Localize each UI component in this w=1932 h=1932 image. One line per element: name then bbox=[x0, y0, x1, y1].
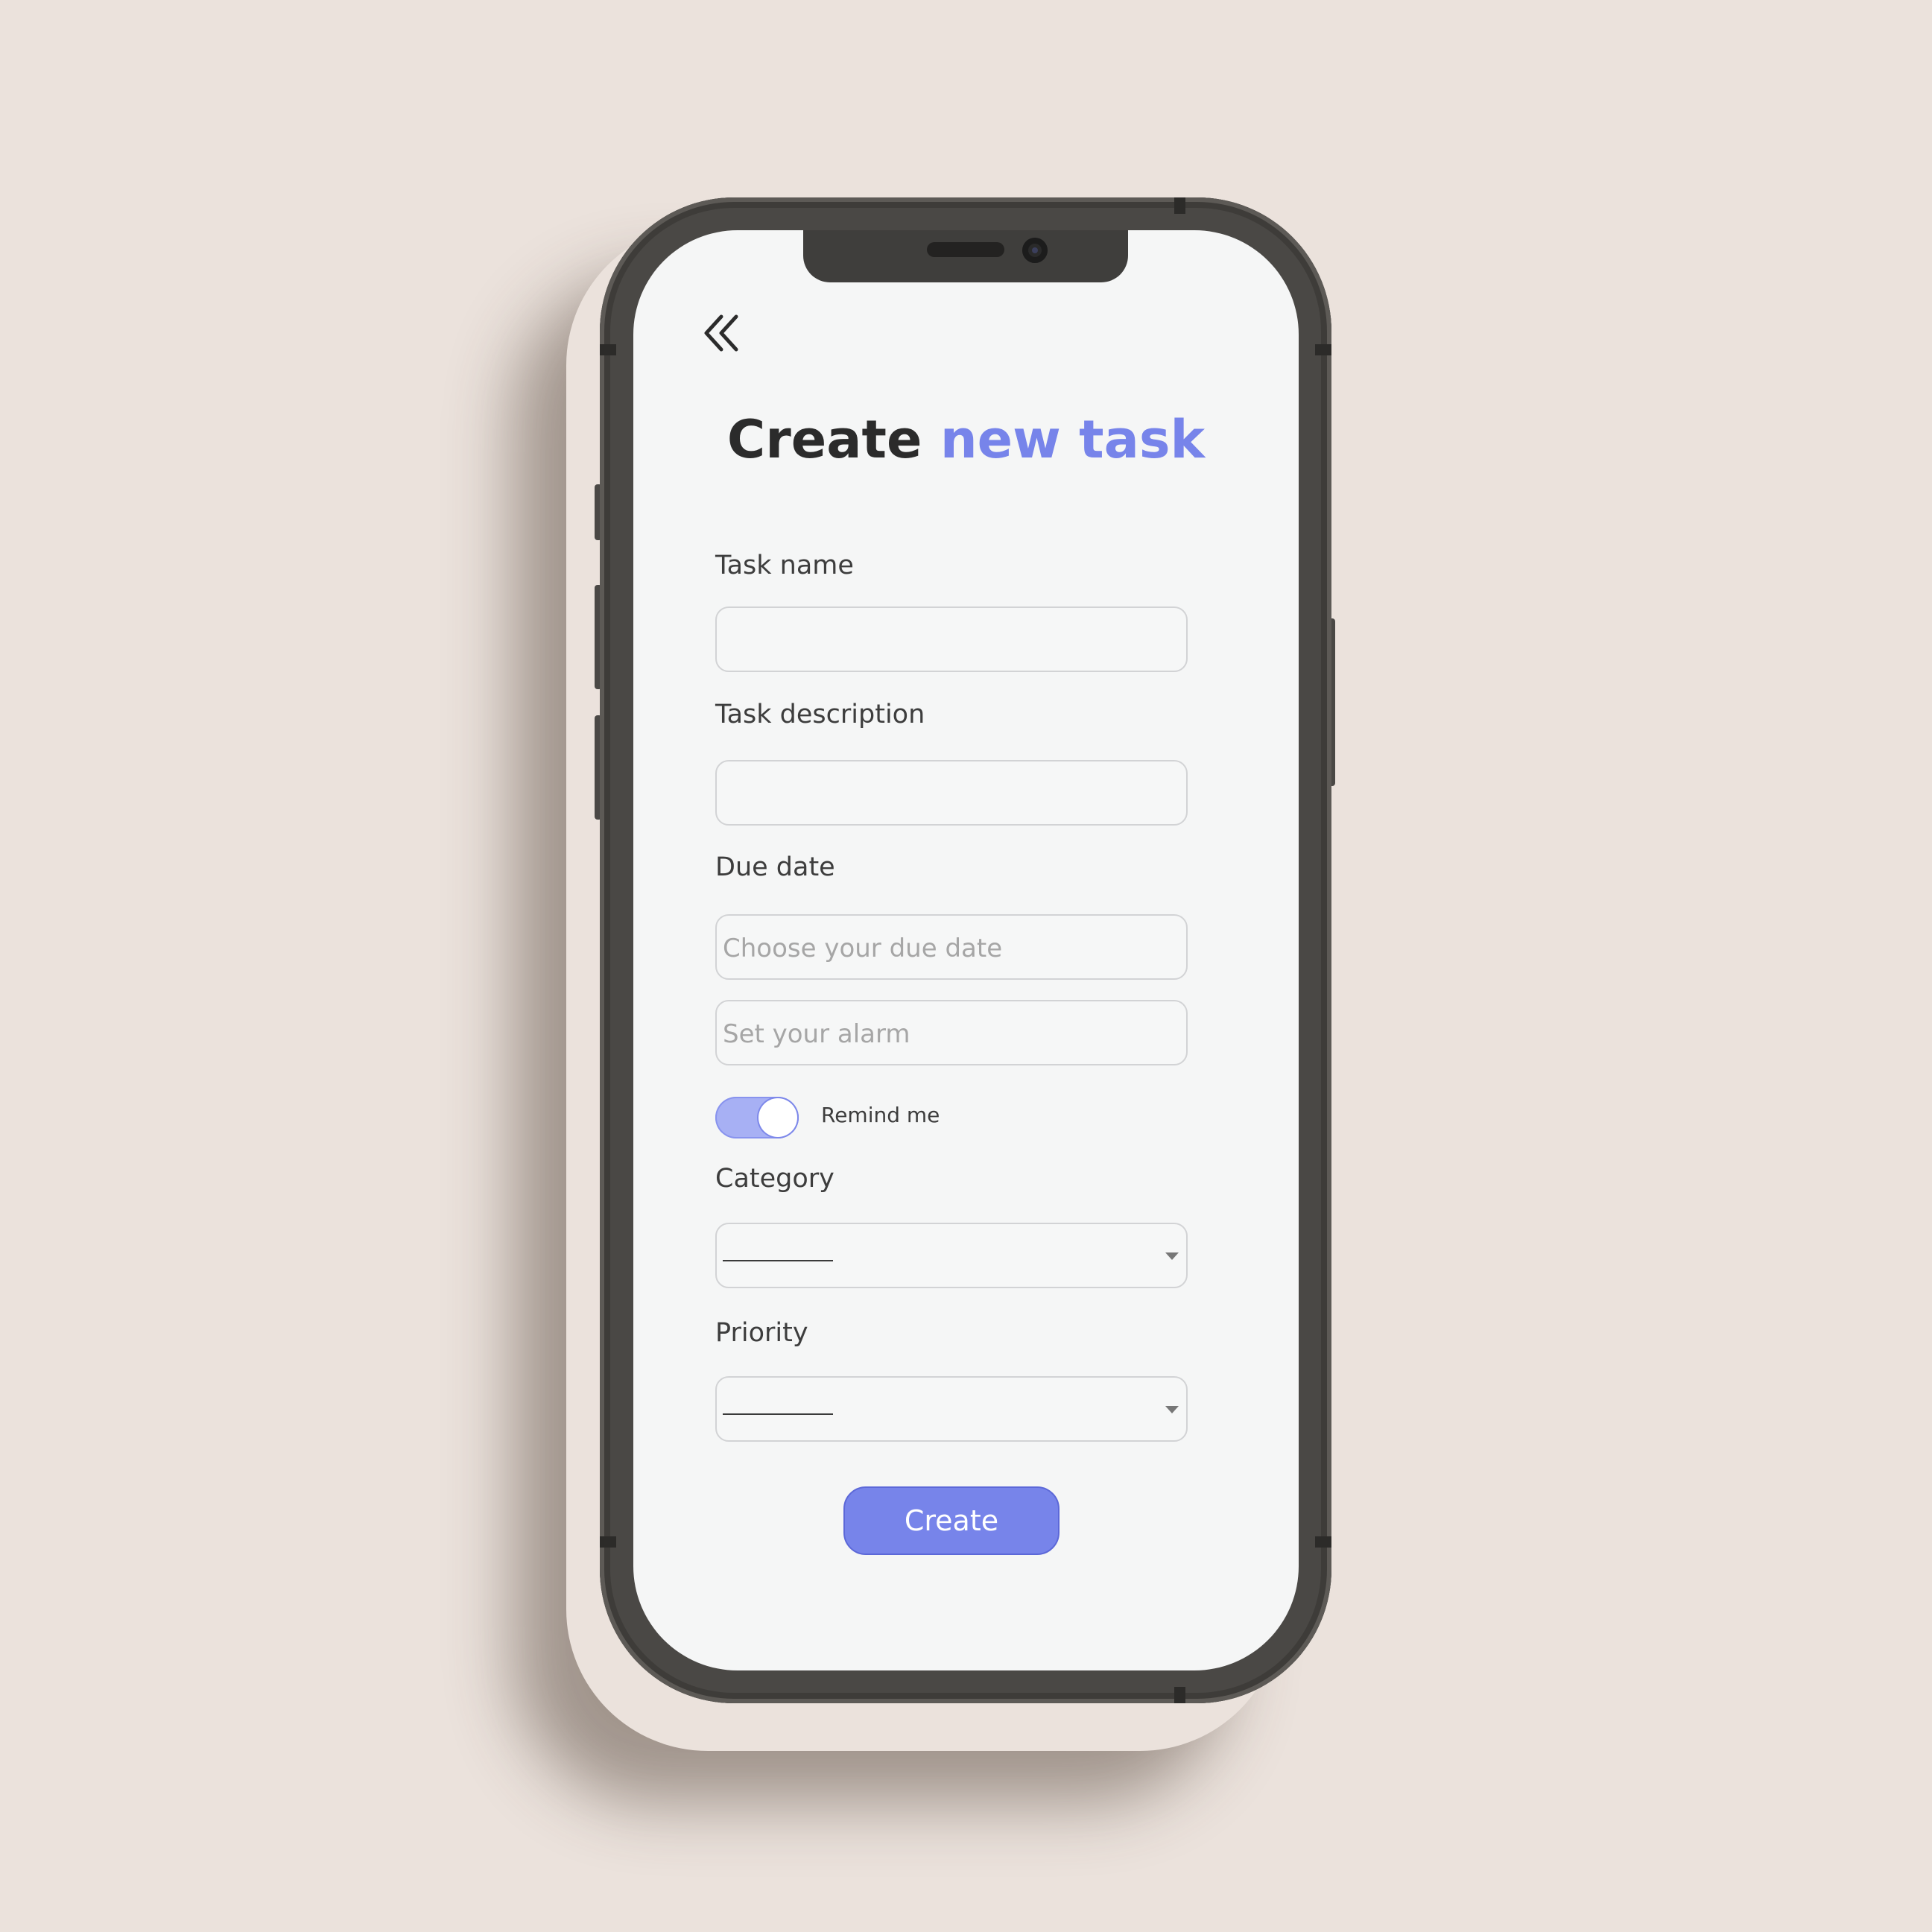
chevron-down-icon bbox=[1165, 1252, 1179, 1260]
create-button[interactable]: Create bbox=[843, 1486, 1060, 1555]
antenna-band bbox=[600, 344, 616, 355]
antenna-band bbox=[600, 1536, 616, 1548]
antenna-band bbox=[1174, 1687, 1185, 1703]
toggle-knob bbox=[758, 1098, 797, 1137]
page-title-accent: new task bbox=[940, 409, 1206, 470]
due-date-input[interactable]: Choose your due date bbox=[715, 914, 1188, 980]
remind-me-toggle[interactable] bbox=[715, 1097, 799, 1138]
task-description-label: Task description bbox=[715, 700, 925, 729]
back-button[interactable] bbox=[700, 311, 745, 355]
priority-select[interactable] bbox=[715, 1376, 1188, 1442]
antenna-band bbox=[1315, 344, 1331, 355]
task-description-input[interactable] bbox=[715, 760, 1188, 826]
task-name-label: Task name bbox=[715, 551, 854, 580]
double-chevron-left-icon bbox=[704, 314, 738, 352]
app-screen: Create new task Task name Task descripti… bbox=[633, 230, 1299, 1670]
chevron-down-icon bbox=[1165, 1406, 1179, 1413]
remind-me-label: Remind me bbox=[821, 1103, 940, 1127]
notch bbox=[803, 230, 1128, 282]
select-empty-line bbox=[723, 1413, 833, 1415]
priority-label: Priority bbox=[715, 1318, 808, 1348]
page-title: Create new task bbox=[633, 409, 1299, 470]
page-title-main: Create bbox=[726, 409, 922, 470]
alarm-input[interactable]: Set your alarm bbox=[715, 1000, 1188, 1065]
mockup-background: Create new task Task name Task descripti… bbox=[0, 0, 1932, 1932]
task-name-input[interactable] bbox=[715, 606, 1188, 672]
antenna-band bbox=[1315, 1536, 1331, 1548]
category-label: Category bbox=[715, 1164, 834, 1194]
front-camera bbox=[1022, 238, 1048, 263]
antenna-band bbox=[1174, 197, 1185, 214]
due-date-placeholder: Choose your due date bbox=[723, 934, 1003, 963]
select-empty-line bbox=[723, 1260, 833, 1261]
alarm-placeholder: Set your alarm bbox=[723, 1019, 910, 1049]
due-date-label: Due date bbox=[715, 852, 835, 882]
speaker-grille bbox=[927, 242, 1004, 257]
category-select[interactable] bbox=[715, 1223, 1188, 1288]
